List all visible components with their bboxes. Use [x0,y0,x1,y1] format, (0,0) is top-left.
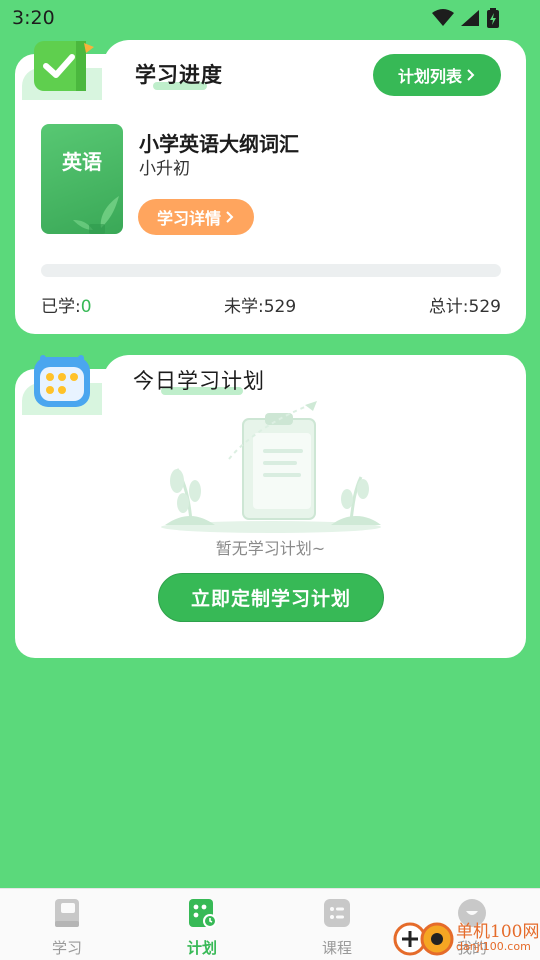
stat-learned-label: 已学: [41,297,81,317]
stat-learned: 已学:0 [41,292,92,317]
study-detail-label: 学习详情 [156,209,221,228]
chevron-right-icon [467,69,475,81]
today-plan-title: 今日学习计划 [133,369,265,393]
nav-item-course[interactable]: 课程 [297,897,377,957]
plant-decoration-icon [73,196,119,234]
watermark-sub: danji100.com [456,940,531,953]
wifi-icon [432,9,454,26]
status-bar: 3:20 [0,0,540,36]
empty-plan-text: 暂无学习计划~ [215,539,326,558]
empty-clipboard-illustration [161,401,381,533]
book-icon [55,899,79,927]
stat-total-value: 529 [468,297,501,317]
plan-list-label: 计划列表 [397,67,462,86]
watermark: 单机100网 danji100.com [392,915,540,960]
nav-item-plan[interactable]: 计划 [162,897,242,957]
stat-unlearned-value: 529 [263,297,297,317]
nav-label-plan: 计划 [186,939,217,957]
stat-unlearned: 未学:529 [224,292,296,317]
stat-total-label: 总计: [428,297,469,317]
make-plan-button[interactable]: 立即定制学习计划 [158,573,384,622]
nav-item-study[interactable]: 学习 [27,897,107,957]
course-icon [324,899,350,927]
check-notebook-icon [34,41,94,91]
book-cover-label: 英语 [62,150,102,174]
status-time: 3:20 [12,7,55,29]
plan-list-button[interactable]: 计划列表 [373,54,501,96]
book-title: 小学英语大纲词汇 [139,132,299,156]
stat-unlearned-label: 未学: [224,297,264,317]
signal-icon [461,10,479,26]
battery-icon [487,8,499,28]
status-icons [432,8,500,28]
today-plan-card: 今日学习计划 暂无学习计划~ 立即定制学习计划 [15,355,526,658]
book-subtitle: 小升初 [139,159,190,179]
study-detail-button[interactable]: 学习详情 [138,199,254,235]
stat-learned-value: 0 [80,297,92,317]
nav-label-course: 课程 [321,939,352,957]
progress-bar [41,264,501,277]
book-cover[interactable]: 英语 [41,124,123,234]
calendar-icon [189,899,217,928]
progress-title: 学习进度 [135,63,223,87]
stat-total: 总计:529 [429,292,501,317]
watermark-text: 单机100网 [456,922,540,942]
chevron-right-icon [226,211,234,223]
calendar-icon [34,355,90,407]
watermark-logo-icon [393,922,454,956]
progress-card: 学习进度 计划列表 英语 小学英语大纲词汇 小升初 学习详情 已学:0 未学:5… [15,40,526,334]
nav-label-study: 学习 [51,939,82,957]
